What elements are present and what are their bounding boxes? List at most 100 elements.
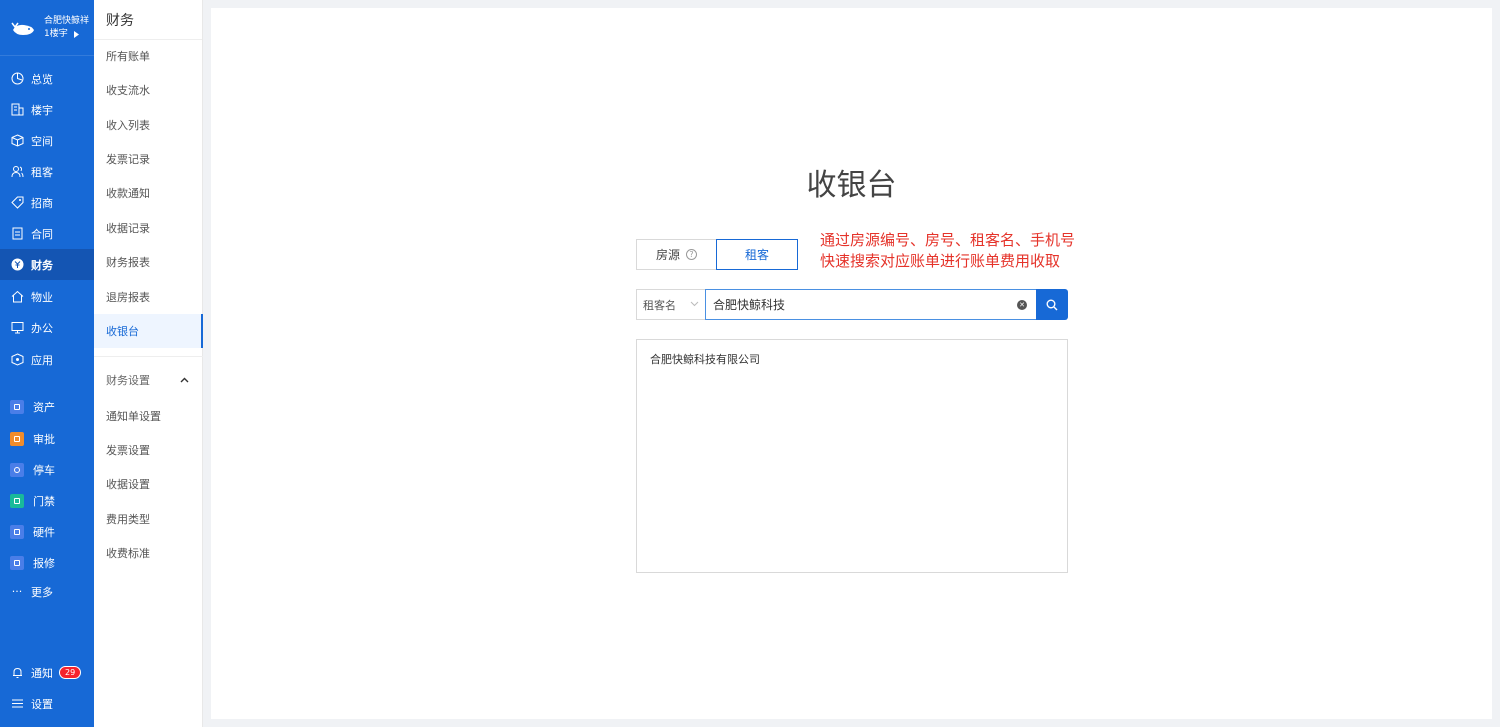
nav-item-settings[interactable]: 设置: [0, 688, 94, 719]
tab-tenant[interactable]: 租客: [716, 239, 798, 270]
whale-logo-icon: [11, 22, 34, 35]
nav-item-contract[interactable]: 合同: [0, 218, 94, 249]
nav-label: 设置: [31, 697, 53, 711]
search-type-select[interactable]: 租客名: [636, 289, 705, 320]
subnav-group-finance-settings[interactable]: 财务设置: [94, 366, 203, 394]
left-nav: 合肥快鲸祥 1楼宇 总览 楼宇 空间 租客 招商 合同 财务 物业 办公 应用 …: [0, 0, 94, 727]
subnav-item-all-bills[interactable]: 所有账单: [94, 39, 203, 73]
nav-app-assets[interactable]: 资产: [0, 391, 94, 422]
nav-label: 应用: [31, 353, 53, 367]
nav-label: 招商: [31, 196, 53, 210]
document-icon: [10, 227, 24, 241]
nav-label: 停车: [33, 463, 55, 477]
caret-right-icon: [73, 30, 79, 38]
search-row: 租客名 ✕: [636, 289, 1068, 320]
annotation-note: 通过房源编号、房号、租客名、手机号 快速搜索对应账单进行账单费用收取: [820, 230, 1075, 272]
tab-label: 房源: [655, 248, 680, 262]
nav-item-office[interactable]: 办公: [0, 312, 94, 343]
subnav-item-cashier[interactable]: 收银台: [94, 314, 203, 348]
search-input[interactable]: [706, 290, 1006, 319]
subnav-item-notice-settings[interactable]: 通知单设置: [94, 399, 203, 433]
search-button[interactable]: [1036, 289, 1068, 320]
subnav-title: 财务: [94, 0, 202, 40]
subnav-item-invoice-records[interactable]: 发票记录: [94, 142, 203, 176]
nav-label: 硬件: [33, 525, 55, 539]
building-name: 1楼宇: [44, 28, 68, 39]
subnav-divider: [94, 356, 203, 357]
nav-item-overview[interactable]: 总览: [0, 63, 94, 94]
finance-icon: [10, 258, 24, 272]
nav-item-more[interactable]: ··· 更多: [0, 576, 94, 607]
nav-label: 门禁: [33, 494, 55, 508]
subnav-item-finance-report[interactable]: 财务报表: [94, 245, 203, 279]
apps-icon: [10, 353, 24, 367]
parking-icon: [10, 462, 24, 477]
nav-label: 审批: [33, 432, 55, 446]
nav-label: 更多: [31, 585, 53, 599]
page-title: 收银台: [806, 168, 897, 203]
finance-subnav: 财务 所有账单 收支流水 收入列表 发票记录 收款通知 收据记录 财务报表 退房…: [94, 0, 203, 727]
notification-count-badge: 29: [59, 666, 82, 679]
nav-item-space[interactable]: 空间: [0, 125, 94, 156]
building-icon: [10, 103, 24, 117]
nav-app-repair[interactable]: 报修: [0, 547, 94, 578]
nav-app-access-control[interactable]: 门禁: [0, 485, 94, 516]
search-input-wrapper: ✕: [705, 289, 1037, 320]
nav-app-approval[interactable]: 审批: [0, 423, 94, 454]
home-icon: [10, 290, 24, 304]
subnav-item-receipt-records[interactable]: 收据记录: [94, 211, 203, 245]
assets-icon: [10, 399, 24, 414]
nav-item-building[interactable]: 楼宇: [0, 94, 94, 125]
chevron-up-icon: [180, 377, 189, 383]
nav-label: 总览: [31, 72, 53, 86]
subnav-item-checkout-report[interactable]: 退房报表: [94, 280, 203, 314]
nav-label: 财务: [31, 258, 53, 272]
subnav-item-invoice-settings[interactable]: 发票设置: [94, 433, 203, 467]
dashboard-icon: [10, 72, 24, 86]
nav-item-notifications[interactable]: 通知 29: [0, 657, 94, 688]
tag-icon: [10, 196, 24, 210]
menu-icon: [10, 697, 24, 711]
repair-icon: [10, 555, 24, 570]
result-item[interactable]: 合肥快鲸科技有限公司: [637, 340, 1067, 378]
nav-item-tenant[interactable]: 租客: [0, 156, 94, 187]
nav-label: 资产: [33, 400, 55, 414]
annotation-line-2: 快速搜索对应账单进行账单费用收取: [820, 252, 1061, 270]
search-results-list: 合肥快鲸科技有限公司: [636, 339, 1068, 573]
brand-name: 合肥快鲸祥: [44, 15, 90, 26]
monitor-icon: [10, 321, 24, 335]
brand-switcher[interactable]: 合肥快鲸祥 1楼宇: [0, 0, 94, 56]
group-label: 财务设置: [106, 374, 150, 387]
clear-icon[interactable]: ✕: [1017, 300, 1027, 310]
access-control-icon: [10, 493, 24, 508]
nav-label: 办公: [31, 321, 53, 335]
tab-label: 租客: [744, 248, 769, 262]
nav-label: 租客: [31, 165, 53, 179]
nav-label: 通知: [31, 666, 53, 680]
subnav-item-fee-types[interactable]: 费用类型: [94, 502, 203, 536]
nav-app-hardware[interactable]: 硬件: [0, 516, 94, 547]
subnav-item-receipt-settings[interactable]: 收据设置: [94, 467, 203, 501]
subnav-item-income-list[interactable]: 收入列表: [94, 108, 203, 142]
nav-item-apps[interactable]: 应用: [0, 344, 94, 375]
subnav-item-payment-notice[interactable]: 收款通知: [94, 176, 203, 210]
approval-icon: [10, 431, 24, 446]
tab-property[interactable]: 房源 ?: [636, 239, 716, 270]
nav-label: 物业: [31, 290, 53, 304]
nav-app-parking[interactable]: 停车: [0, 454, 94, 485]
help-icon[interactable]: ?: [686, 249, 697, 260]
more-icon: ···: [11, 585, 23, 598]
chevron-down-icon: [690, 301, 699, 307]
subnav-item-cash-flow[interactable]: 收支流水: [94, 73, 203, 107]
nav-label: 空间: [31, 134, 53, 148]
nav-item-finance[interactable]: 财务: [0, 249, 94, 280]
nav-label: 合同: [31, 227, 53, 241]
hardware-icon: [10, 524, 24, 539]
search-icon: [1046, 299, 1058, 310]
bell-icon: [10, 666, 24, 680]
nav-label: 楼宇: [31, 103, 53, 117]
subnav-item-fee-standards[interactable]: 收费标准: [94, 536, 203, 570]
annotation-line-1: 通过房源编号、房号、租客名、手机号: [820, 231, 1076, 249]
nav-item-leasing[interactable]: 招商: [0, 187, 94, 218]
nav-item-property[interactable]: 物业: [0, 281, 94, 312]
